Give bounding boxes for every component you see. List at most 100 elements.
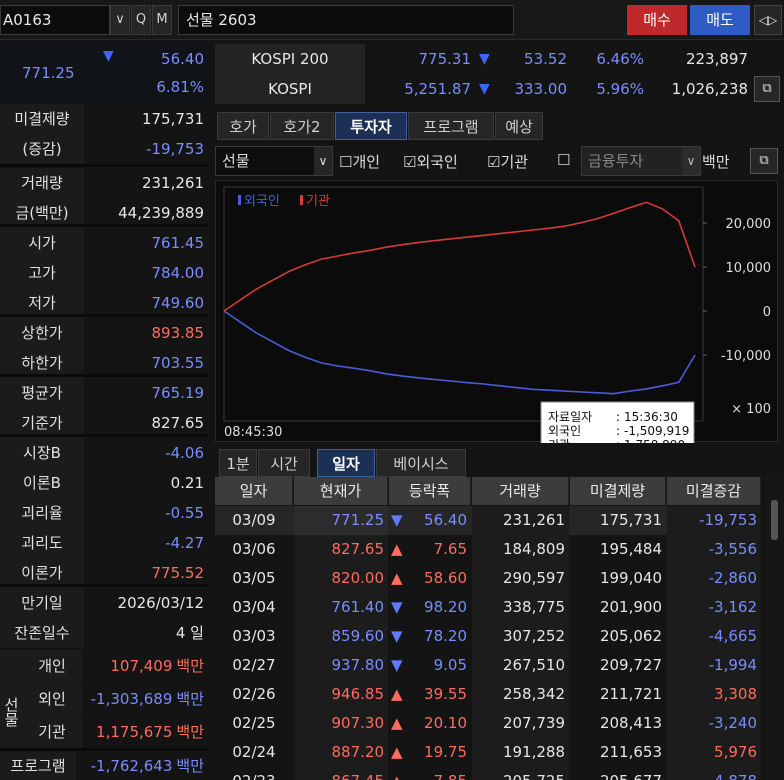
- row-divider: [0, 374, 208, 377]
- tooltip-value: -1,509,919: [624, 424, 689, 438]
- series-line-institution: [223, 201, 696, 312]
- checkbox-checked-icon: ☑: [403, 153, 417, 171]
- buy-button[interactable]: 매수: [627, 5, 687, 35]
- tab-3[interactable]: 프로그램: [408, 112, 494, 140]
- table-cell-date: 03/05: [232, 569, 276, 587]
- table-cell-arrow up-arrow-icon: ▲: [391, 714, 403, 732]
- table-cell-volume: 207,739: [472, 709, 569, 738]
- left-row-label: 만기일: [0, 588, 84, 618]
- table-cell-date: 03/04: [232, 598, 276, 616]
- period-tab-1[interactable]: 시간: [258, 449, 310, 477]
- table-row[interactable]: 02/25 907.30 ▲ 20.10 207,739 208,413 -3,240: [215, 709, 761, 738]
- futures-row-value: 1,175,675 백만: [96, 716, 204, 748]
- code-input[interactable]: A0163: [0, 5, 110, 35]
- table-row[interactable]: 03/05 820.00 ▲ 58.60 290,597 199,040 -2,860: [215, 564, 761, 593]
- program-row-number: -1,762,643: [90, 757, 173, 775]
- left-row-11: 시장B -4.06: [0, 438, 208, 468]
- left-row-value: 761.45: [151, 234, 205, 252]
- tab-2[interactable]: 투자자: [335, 112, 407, 140]
- table-cell-price: 827.65: [294, 535, 388, 564]
- popup-window-icon[interactable]: ⧉: [754, 76, 780, 102]
- table-cell-price: 771.25: [294, 506, 388, 535]
- table-cell-price: 946.85: [294, 680, 388, 709]
- table-cell-arrow down-arrow-icon: ▼: [391, 627, 403, 645]
- sell-button[interactable]: 매도: [690, 5, 750, 35]
- left-row-4: 시가 761.45: [0, 228, 208, 258]
- window-menu-icon[interactable]: ◁▷: [754, 5, 782, 35]
- period-tab-3[interactable]: 베이시스: [376, 449, 466, 477]
- tab-1[interactable]: 호가2: [270, 112, 334, 140]
- futures-row-number: 1,175,675: [96, 723, 173, 741]
- quick-search-button[interactable]: Q: [131, 5, 151, 35]
- tooltip-colon: :: [616, 410, 620, 424]
- y-tick-label: -10,000: [721, 349, 771, 364]
- table-row[interactable]: 03/04 761.40 ▼ 98.20 338,775 201,900 -3,162: [215, 593, 761, 622]
- financial-select[interactable]: 금융투자 ∨: [581, 146, 701, 176]
- table-cell-price: 907.30: [294, 709, 388, 738]
- table-cell-oi-change: -3,162: [667, 593, 761, 622]
- price-change: 56.40: [161, 50, 204, 68]
- financial-select-value: 금융투자: [588, 152, 644, 170]
- table-cell-oi-change: -4,878: [667, 767, 761, 780]
- table-cell-price: 761.40: [294, 593, 388, 622]
- table-cell-oi-change: 3,308: [667, 680, 761, 709]
- period-tab-0[interactable]: 1분: [219, 449, 257, 477]
- futures-row-number: 107,409: [110, 657, 173, 675]
- checkbox-empty-icon: ☐: [339, 153, 353, 171]
- index-rate: 6.46%: [596, 50, 644, 68]
- table-cell-change: 7.85: [411, 767, 471, 780]
- table-row[interactable]: 02/26 946.85 ▲ 39.55 258,342 211,721 3,308: [215, 680, 761, 709]
- legend-swatch: [300, 195, 303, 205]
- checkbox-institution[interactable]: ☑기관: [487, 151, 528, 172]
- table-row[interactable]: 03/09 771.25 ▼ 56.40 231,261 175,731 -19,753: [215, 506, 761, 535]
- futures-row-unit: 백만: [176, 657, 204, 675]
- product-select[interactable]: 선물 ∨: [215, 146, 333, 176]
- table-row[interactable]: 03/03 859.60 ▼ 78.20 307,252 205,062 -4,665: [215, 622, 761, 651]
- left-row-value: 4 일: [175, 624, 204, 642]
- down-arrow-icon: ▼: [103, 48, 114, 64]
- table-row[interactable]: 02/24 887.20 ▲ 19.75 191,288 211,653 5,976: [215, 738, 761, 767]
- checkbox-other[interactable]: ☐: [557, 151, 570, 169]
- table-header-cell: 미결증감: [667, 477, 761, 505]
- table-cell-oi-change: 5,976: [667, 738, 761, 767]
- futures-row-unit: 백만: [176, 723, 204, 741]
- table-cell-price: 859.60: [294, 622, 388, 651]
- index-row-1: KOSPI 5,251.87 ▼ 333.00 5.96% 1,026,238: [215, 74, 784, 104]
- scrollbar-thumb[interactable]: [771, 500, 778, 540]
- futures-row-unit: 백만: [176, 690, 204, 708]
- table-cell-open-interest: 205,677: [570, 767, 666, 780]
- index-panel: KOSPI 200 775.31 ▼ 53.52 6.46% 223,897 KOSPI 5,…: [215, 44, 784, 104]
- table-cell-oi-change: -3,240: [667, 709, 761, 738]
- table-cell-volume: 290,597: [472, 564, 569, 593]
- row-divider: [0, 224, 208, 227]
- code-dropdown-button[interactable]: ∨: [110, 5, 130, 35]
- futures-row-label: 기관: [22, 716, 82, 748]
- checkbox-individual[interactable]: ☐개인: [339, 151, 380, 172]
- table-cell-price: 937.80: [294, 651, 388, 680]
- index-name: KOSPI 200: [215, 44, 365, 74]
- period-tab-2[interactable]: 일자: [317, 449, 375, 477]
- table-cell-date: 02/27: [232, 656, 276, 674]
- left-row-14: 괴리도 -4.27: [0, 528, 208, 558]
- checkbox-foreign[interactable]: ☑외국인: [403, 151, 458, 172]
- table-row[interactable]: 02/23867.45▲7.85205,725205,677-4,878: [215, 767, 761, 780]
- left-row-12: 이론B 0.21: [0, 468, 208, 498]
- master-button[interactable]: M: [152, 5, 172, 35]
- futures-row-0: 개인 107,409 백만: [22, 650, 208, 682]
- left-row-value: -4.06: [165, 444, 204, 462]
- table-cell-volume: 184,809: [472, 535, 569, 564]
- table-row[interactable]: 02/27 937.80 ▼ 9.05 267,510 209,727 -1,994: [215, 651, 761, 680]
- table-cell-open-interest: 209,727: [599, 656, 662, 674]
- table-row[interactable]: 03/06 827.65 ▲ 7.65 184,809 195,484 -3,556: [215, 535, 761, 564]
- table-cell-arrow up-arrow-icon: ▲: [391, 685, 403, 703]
- tab-0[interactable]: 호가: [217, 112, 269, 140]
- row-divider: [0, 164, 208, 167]
- table-cell-open-interest: 175,731: [599, 511, 662, 529]
- left-row-value: 231,261: [141, 174, 204, 192]
- chevron-down-icon: ∨: [682, 147, 700, 175]
- table-cell-change: 7.65: [433, 540, 467, 558]
- tab-4[interactable]: 예상: [495, 112, 543, 140]
- table-cell-volume: 231,261: [472, 506, 569, 535]
- tooltip-label: 외국인: [548, 424, 581, 438]
- popup-window-icon[interactable]: ⧉: [750, 148, 778, 174]
